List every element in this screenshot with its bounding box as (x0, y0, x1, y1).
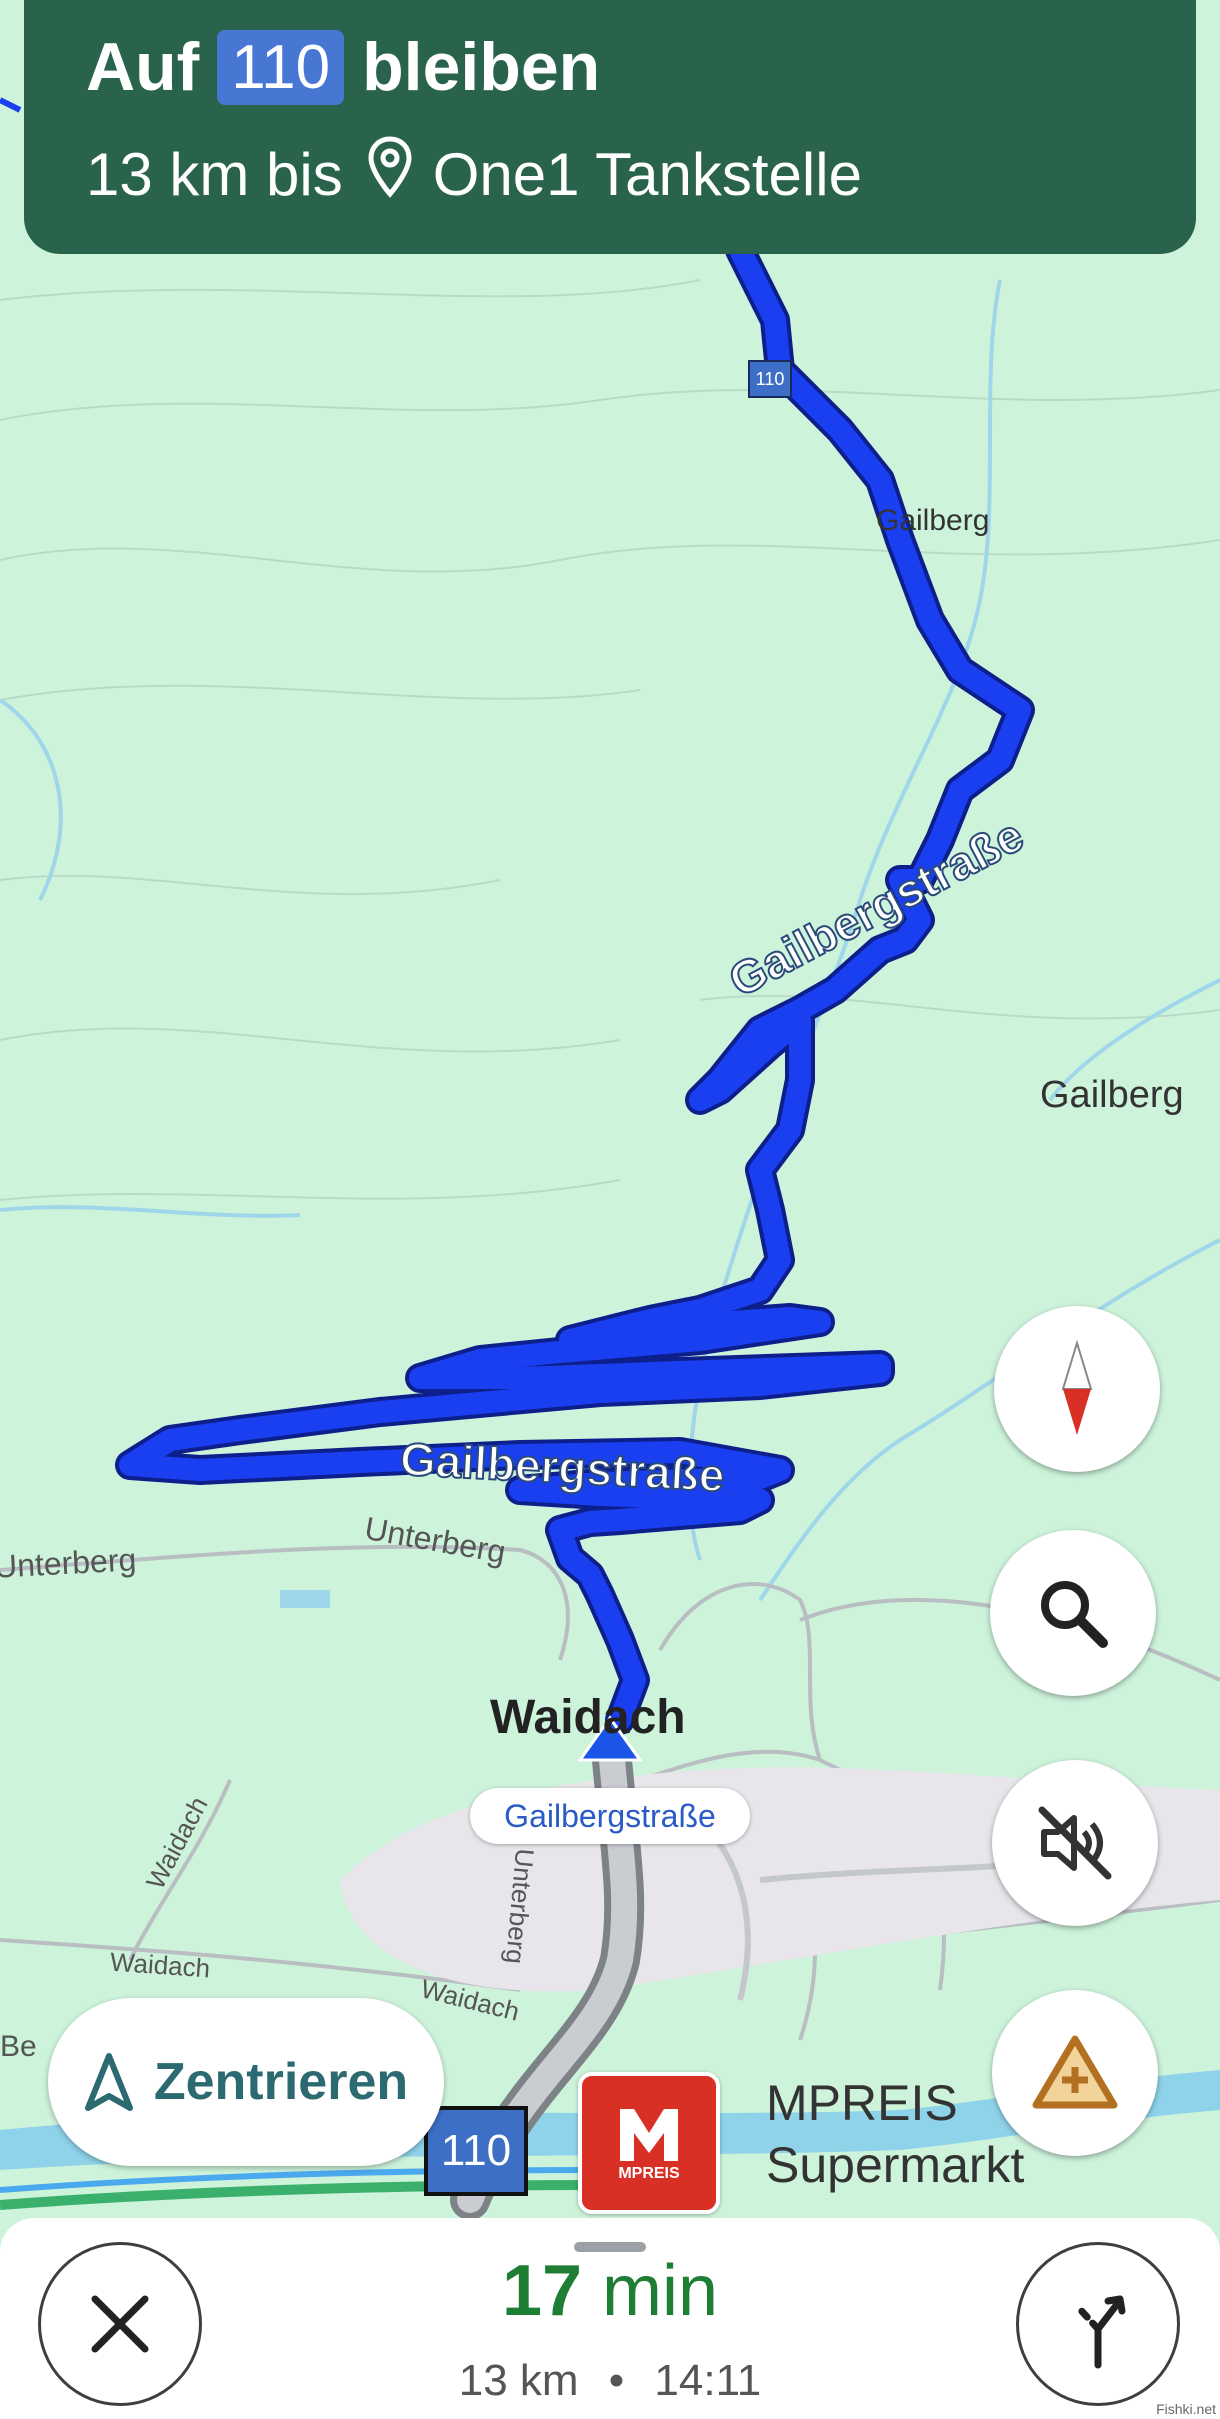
instruction-line: Auf 110 bleiben (86, 28, 600, 106)
fork-route-icon (1074, 2295, 1126, 2369)
report-incident-button[interactable] (992, 1990, 1158, 2156)
alternate-routes-button[interactable] (1016, 2242, 1180, 2406)
poi-label-mpreis: MPREIS (766, 2075, 958, 2131)
eta-unit: min (602, 2251, 719, 2331)
recenter-button[interactable]: Zentrieren (48, 1998, 444, 2166)
road-label-be: Be (0, 2030, 37, 2063)
trip-summary-sheet[interactable]: 17 min 13 km • 14:11 (0, 2218, 1220, 2419)
mpreis-logo-text: MPREIS (618, 2165, 680, 2182)
instruction-suffix: bleiben (362, 29, 601, 105)
eta-value: 17 (501, 2251, 583, 2331)
watermark-text: Fishki.net (1156, 2401, 1216, 2417)
instruction-prefix: Auf (86, 29, 200, 105)
mpreis-logo-icon (620, 2109, 678, 2161)
search-icon (1041, 1581, 1108, 1648)
road-shield-110-small: 110 (748, 360, 792, 398)
distance-line: 13 km bis One1 Tankstelle (86, 136, 862, 212)
navigation-arrow-icon (84, 2053, 133, 2111)
destination-name: One1 Tankstelle (432, 140, 862, 208)
location-pin-icon (367, 136, 413, 212)
place-label-gailberg: Gailberg (1040, 1074, 1184, 1116)
report-incident-icon (1032, 2035, 1118, 2109)
place-label-gailberg-small: Gailberg (876, 504, 990, 537)
arrival-time: 14:11 (654, 2356, 762, 2405)
mute-button[interactable] (992, 1760, 1158, 1926)
navigation-banner[interactable]: Auf 110 bleiben 13 km bis One1 Tankstell… (24, 0, 1196, 254)
distance-text: 13 km bis (86, 140, 343, 208)
compass-icon (1061, 1339, 1093, 1435)
search-button[interactable] (990, 1530, 1156, 1696)
recenter-label: Zentrieren (153, 2053, 409, 2111)
town-label-waidach: Waidach (490, 1691, 686, 1744)
poi-label-supermarkt: Supermarkt (766, 2137, 1025, 2193)
separator-dot: • (608, 2356, 625, 2405)
road-shield-110: 110 (424, 2106, 528, 2196)
sound-off-icon (1038, 1806, 1112, 1880)
current-road-pill: Gailbergstraße (470, 1788, 750, 1844)
trip-distance: 13 km (458, 2356, 579, 2405)
compass-button[interactable] (994, 1306, 1160, 1472)
road-label-unterberg-left: Unterberg (0, 1541, 138, 1585)
instruction-road-shield: 110 (217, 29, 345, 105)
poi-mpreis-marker[interactable]: MPREIS (578, 2072, 720, 2214)
